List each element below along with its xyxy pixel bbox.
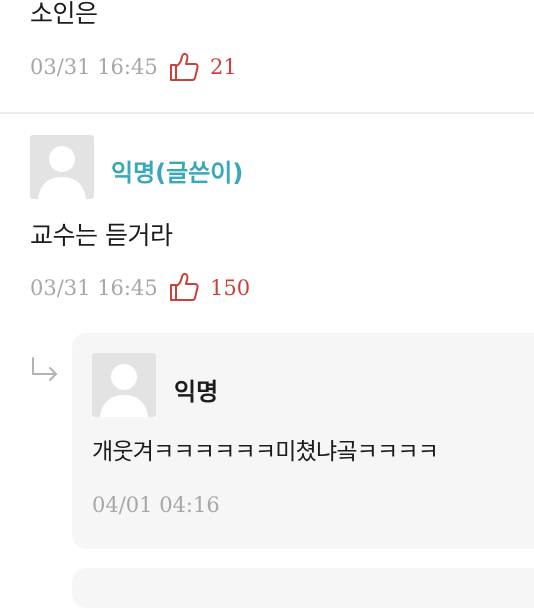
comment-time: 03/31 16:45 xyxy=(30,55,158,79)
default-avatar-icon xyxy=(92,353,156,417)
comment-text: 소인은 xyxy=(30,0,98,28)
comment-divider xyxy=(0,112,534,114)
comment-time: 03/31 16:45 xyxy=(30,276,158,300)
comment-text: 교수는 듣거라 xyxy=(30,221,173,250)
author-name[interactable]: 익명 xyxy=(174,372,218,407)
default-avatar-icon xyxy=(30,135,94,199)
reply-card xyxy=(72,568,534,608)
thumbs-up-icon xyxy=(170,52,199,81)
reply-time: 04/01 04:16 xyxy=(92,493,220,517)
author-name[interactable]: 익명(글쓴이) xyxy=(111,153,243,188)
reply-arrow-icon xyxy=(28,356,62,386)
like-count: 21 xyxy=(210,55,237,79)
like-button[interactable] xyxy=(167,270,201,304)
like-count: 150 xyxy=(210,276,251,300)
reply-text: 개웃겨ㅋㅋㅋㅋㅋㅋ미쳤냐곸ㅋㅋㅋㅋ xyxy=(92,439,439,465)
like-button[interactable] xyxy=(167,50,201,84)
avatar xyxy=(92,353,156,417)
thumbs-up-icon xyxy=(170,272,199,301)
avatar xyxy=(30,135,94,199)
